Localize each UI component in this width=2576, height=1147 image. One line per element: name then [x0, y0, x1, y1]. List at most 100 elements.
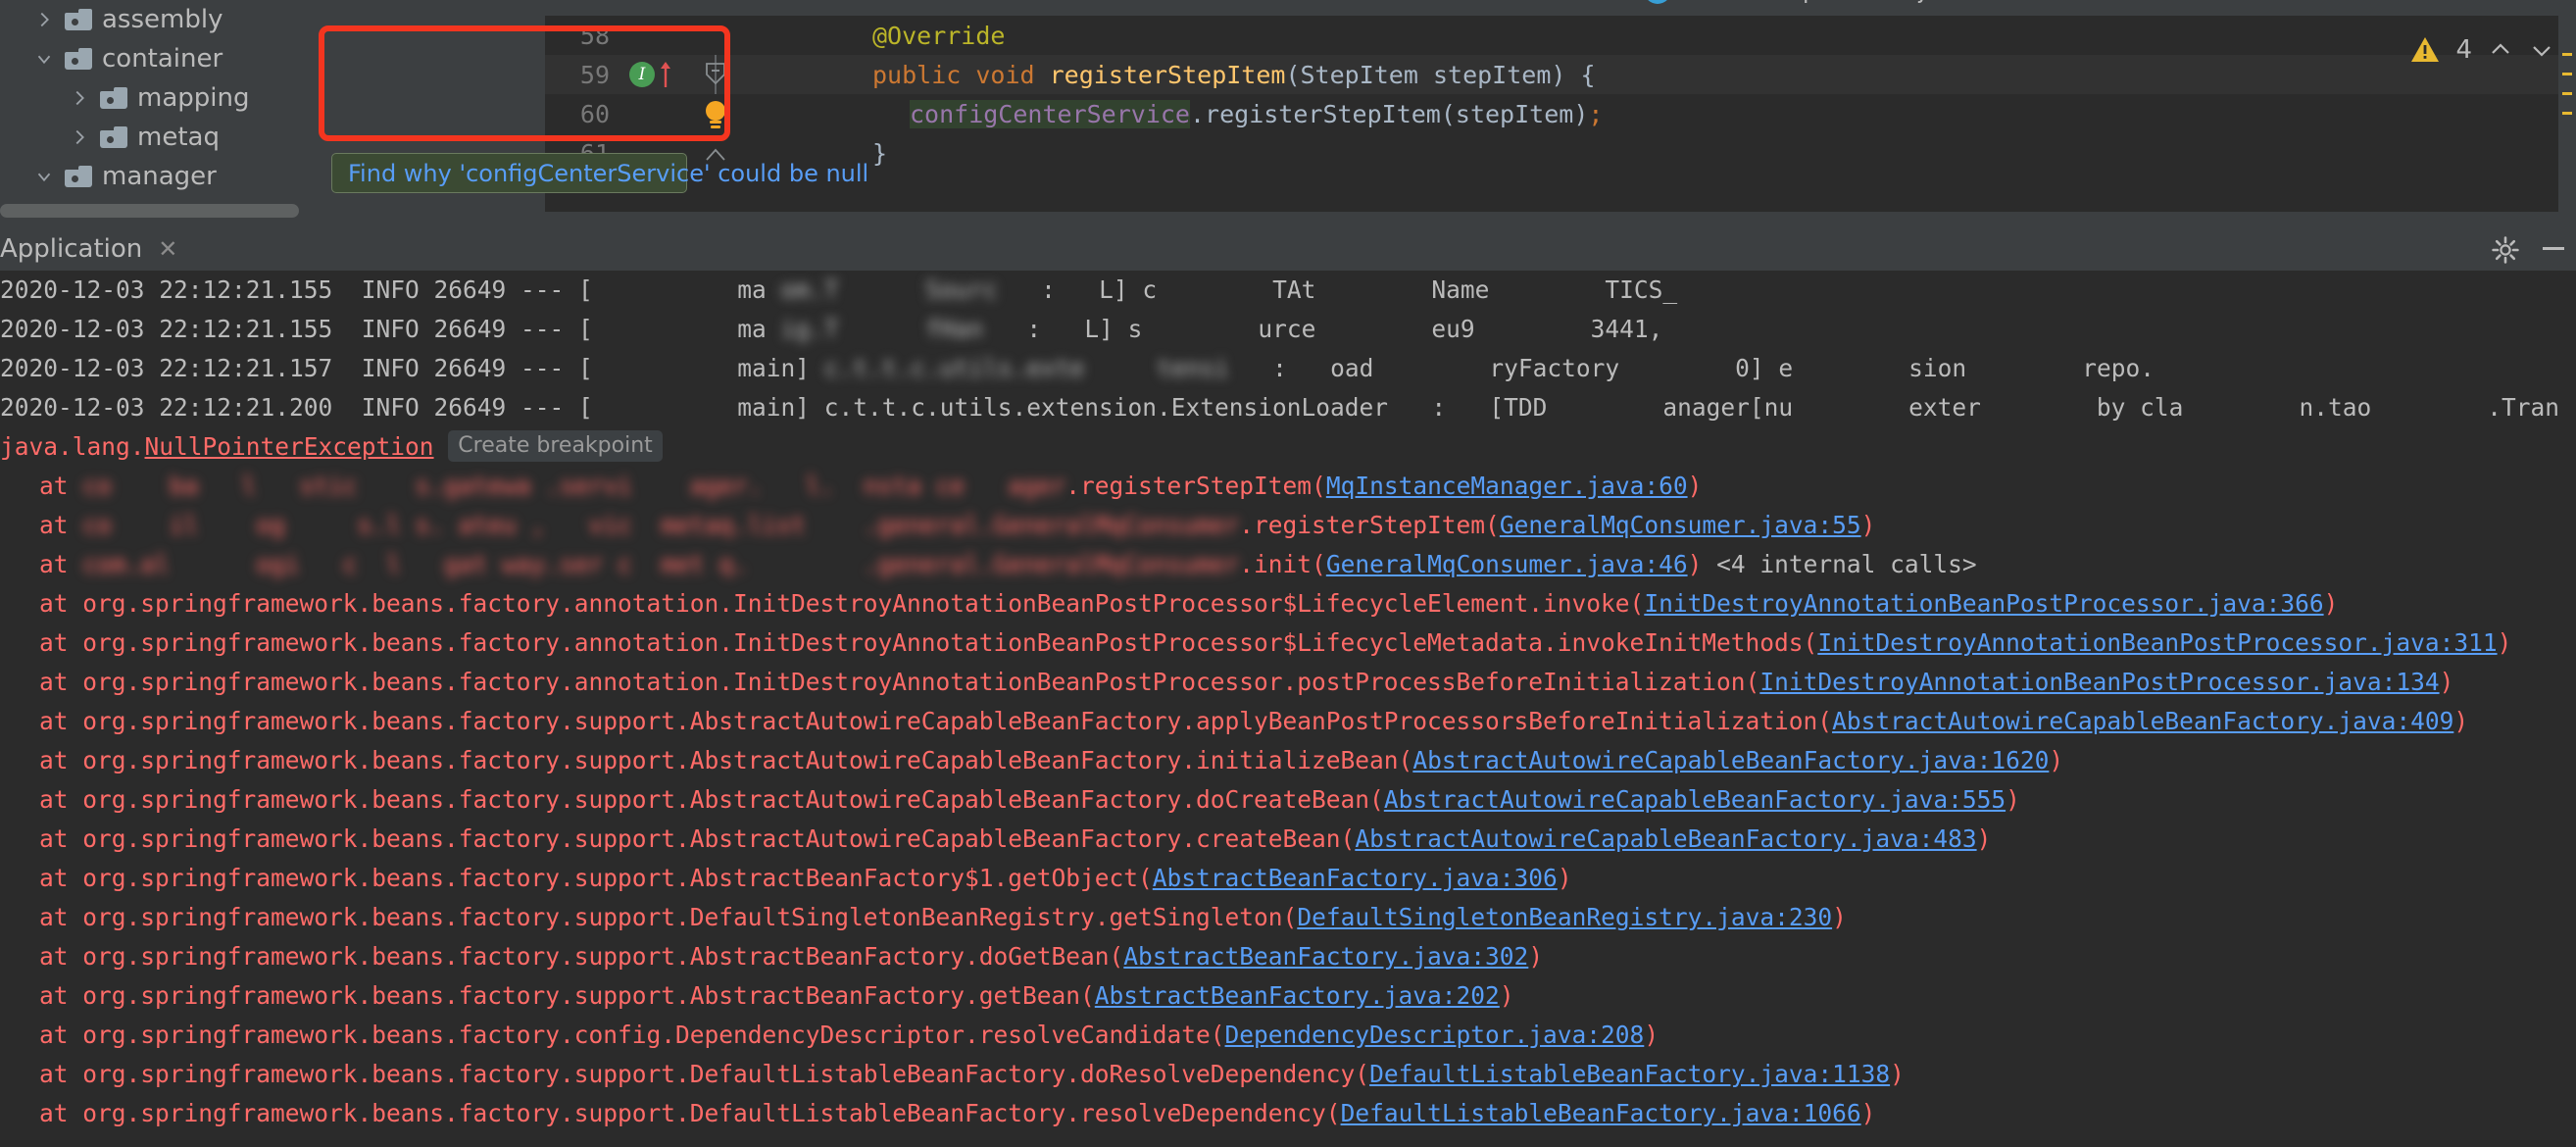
chevron-up-icon[interactable] — [2488, 37, 2513, 63]
marker-tick[interactable] — [2562, 112, 2572, 115]
stack-frame-method: .doResolveDependency( — [1065, 1060, 1370, 1088]
intention-tooltip[interactable]: Find why 'configCenterService' could be … — [331, 153, 868, 193]
log-sep: : — [997, 275, 1100, 304]
minimize-icon[interactable] — [2543, 247, 2564, 250]
stack-frame-source-link[interactable]: AbstractAutowireCapableBeanFactory.java:… — [1412, 746, 2049, 774]
chevron-right-icon[interactable] — [31, 7, 57, 32]
code-line-59[interactable]: 59 Ipublic void registerStepItem(StepItem… — [545, 55, 2576, 94]
code-line-60[interactable]: 60 configCenterService.registerStepItem(s… — [545, 94, 2576, 133]
stack-frame-class: org.springframework.beans.factory.suppor… — [82, 981, 966, 1010]
code-token: void — [975, 60, 1050, 89]
code-token: registerStepItem — [1049, 60, 1286, 89]
code-text: public void registerStepItem(StepItem st… — [765, 61, 1596, 89]
exception-class-link[interactable]: NullPointerException — [145, 432, 434, 461]
marker-tick[interactable] — [2562, 53, 2572, 56]
stack-frame-source-link[interactable]: MqInstanceManager.java:60 — [1326, 472, 1688, 500]
tree-item-metaq[interactable]: metaq — [0, 118, 545, 157]
close-icon[interactable]: ✕ — [158, 235, 177, 263]
stack-frame-class: org.springframework.beans.factory.suppor… — [82, 824, 1182, 853]
tree-item-assembly[interactable]: assembly — [0, 0, 545, 39]
lightbulb-intention-icon[interactable] — [700, 98, 731, 131]
fold-collapse-icon[interactable] — [704, 62, 727, 87]
inspection-widget[interactable]: 4 — [2410, 35, 2554, 65]
tab-application[interactable]: Application ✕ — [0, 234, 184, 275]
stack-frame-source-link[interactable]: DefaultListableBeanFactory.java:1138 — [1369, 1060, 1890, 1088]
stack-at: at — [39, 746, 83, 774]
chevron-down-icon[interactable] — [31, 164, 57, 189]
chevron-right-icon[interactable] — [67, 125, 92, 150]
stack-trace-line: at com.al ogi c l gat way.ser c met q. .… — [0, 545, 2576, 584]
scrollbar-thumb[interactable] — [0, 204, 299, 218]
gutter[interactable] — [618, 94, 765, 133]
override-method-icon[interactable]: I — [629, 62, 655, 87]
log-redacted-gap — [1489, 271, 1605, 310]
chevron-down-icon[interactable] — [2529, 37, 2554, 63]
stack-trace-line: at org.springframework.beans.factory.sup… — [0, 780, 2576, 820]
create-breakpoint-button[interactable]: Create breakpoint — [448, 430, 663, 462]
code-token: } — [872, 138, 888, 168]
log-message-fragment: anager[nu — [1662, 393, 1794, 422]
ide-window: assembly container mapping metaq manager C G… — [0, 0, 2576, 1147]
stack-frame-source-link[interactable]: AbstractBeanFactory.java:306 — [1153, 864, 1558, 892]
tree-item-container[interactable]: container — [0, 39, 545, 78]
log-message-fragment: n.tao — [2299, 393, 2372, 422]
stack-frame-source-link[interactable]: InitDestroyAnnotationBeanPostProcessor.j… — [1644, 589, 2323, 618]
gutter[interactable] — [618, 16, 765, 55]
stack-frame-method: .getSingleton( — [1094, 903, 1298, 931]
marker-tick[interactable] — [2562, 92, 2572, 95]
stack-frame-source-link[interactable]: AbstractBeanFactory.java:302 — [1123, 942, 1528, 971]
gear-icon[interactable] — [2492, 236, 2519, 264]
project-tree[interactable]: assembly container mapping metaq manager — [0, 0, 545, 227]
stack-frame-class: org.springframework.beans.factory.config… — [82, 1021, 966, 1049]
stack-frame-method: .getObject( — [993, 864, 1153, 892]
log-thread: main] — [737, 354, 811, 382]
stack-at: at — [39, 1060, 83, 1088]
stack-frame-source-link[interactable]: DefaultListableBeanFactory.java:1066 — [1341, 1099, 1861, 1127]
console-log-line: 2020-12-03 22:12:21.157 INFO 26649 --- [… — [0, 349, 2576, 388]
code-line-58[interactable]: 58 @Override — [545, 16, 2576, 55]
chevron-right-icon[interactable] — [67, 85, 92, 111]
code-text: configCenterService.registerStepItem(ste… — [765, 99, 1603, 128]
log-message-fragment: eu9 — [1431, 315, 1475, 343]
stack-frame-class: org.springframework.beans.factory.annota… — [82, 668, 1283, 696]
toolwindow-header: Application ✕ — [0, 227, 2576, 275]
editor-tab-generalmqproducer[interactable]: C GeneralMqProducer.java — [1644, 0, 1968, 4]
stack-trace-line: at org.springframework.beans.factory.sup… — [0, 976, 2576, 1016]
stack-frame-class: org.springframework.beans.factory.annota… — [82, 628, 1544, 657]
log-message-fragment: 0] e — [1735, 354, 1794, 382]
stack-frame-method: .doCreateBean( — [1181, 785, 1384, 814]
stack-at: at — [39, 824, 83, 853]
editor-marker-strip[interactable] — [2558, 16, 2576, 212]
stack-at: at — [39, 1021, 83, 1049]
internal-calls-note: <4 internal calls> — [1702, 550, 1977, 578]
marker-tick[interactable] — [2562, 73, 2572, 75]
stack-frame-source-link[interactable]: InitDestroyAnnotationBeanPostProcessor.j… — [1759, 668, 2439, 696]
gutter[interactable]: I — [618, 55, 765, 94]
log-redacted-segment: ig.T fHan — [766, 315, 984, 343]
project-tree-hscrollbar[interactable] — [0, 204, 510, 218]
stack-frame-method: .getBean( — [965, 981, 1095, 1010]
log-redacted-gap — [2371, 388, 2487, 427]
stack-at: at — [39, 668, 83, 696]
stack-frame-source-link[interactable]: AbstractBeanFactory.java:202 — [1095, 981, 1500, 1010]
stack-at: at — [39, 942, 83, 971]
stack-frame-source-link[interactable]: GeneralMqConsumer.java:55 — [1500, 511, 1861, 539]
console-output[interactable]: 2020-12-03 22:12:21.155 INFO 26649 --- [… — [0, 271, 2576, 1147]
arrow-up-icon[interactable] — [659, 61, 672, 88]
tree-item-mapping[interactable]: mapping — [0, 78, 545, 118]
chevron-down-icon[interactable] — [31, 46, 57, 72]
stack-frame-source-link[interactable]: AbstractAutowireCapableBeanFactory.java:… — [1832, 707, 2453, 735]
log-message-fragment: TAt — [1272, 275, 1316, 304]
stack-trace-line: at org.springframework.beans.factory.sup… — [0, 702, 2576, 741]
stack-frame-source-link[interactable]: DependencyDescriptor.java:208 — [1225, 1021, 1645, 1049]
stack-frame-source-link[interactable]: AbstractAutowireCapableBeanFactory.java:… — [1355, 824, 1976, 853]
stack-frame-source-link[interactable]: GeneralMqConsumer.java:46 — [1326, 550, 1688, 578]
code-token: @Override — [872, 21, 1006, 50]
stack-frame-source-link[interactable]: AbstractAutowireCapableBeanFactory.java:… — [1384, 785, 2006, 814]
console-scrollbar[interactable] — [2560, 271, 2576, 1147]
stack-frame-class: co il og s.l s. ateu , vic metaq.list .g… — [82, 511, 1240, 539]
log-message-fragment: [TDD — [1489, 393, 1548, 422]
fold-end-icon[interactable] — [704, 139, 727, 161]
stack-frame-source-link[interactable]: InitDestroyAnnotationBeanPostProcessor.j… — [1817, 628, 2497, 657]
stack-frame-source-link[interactable]: DefaultSingletonBeanRegistry.java:230 — [1297, 903, 1832, 931]
